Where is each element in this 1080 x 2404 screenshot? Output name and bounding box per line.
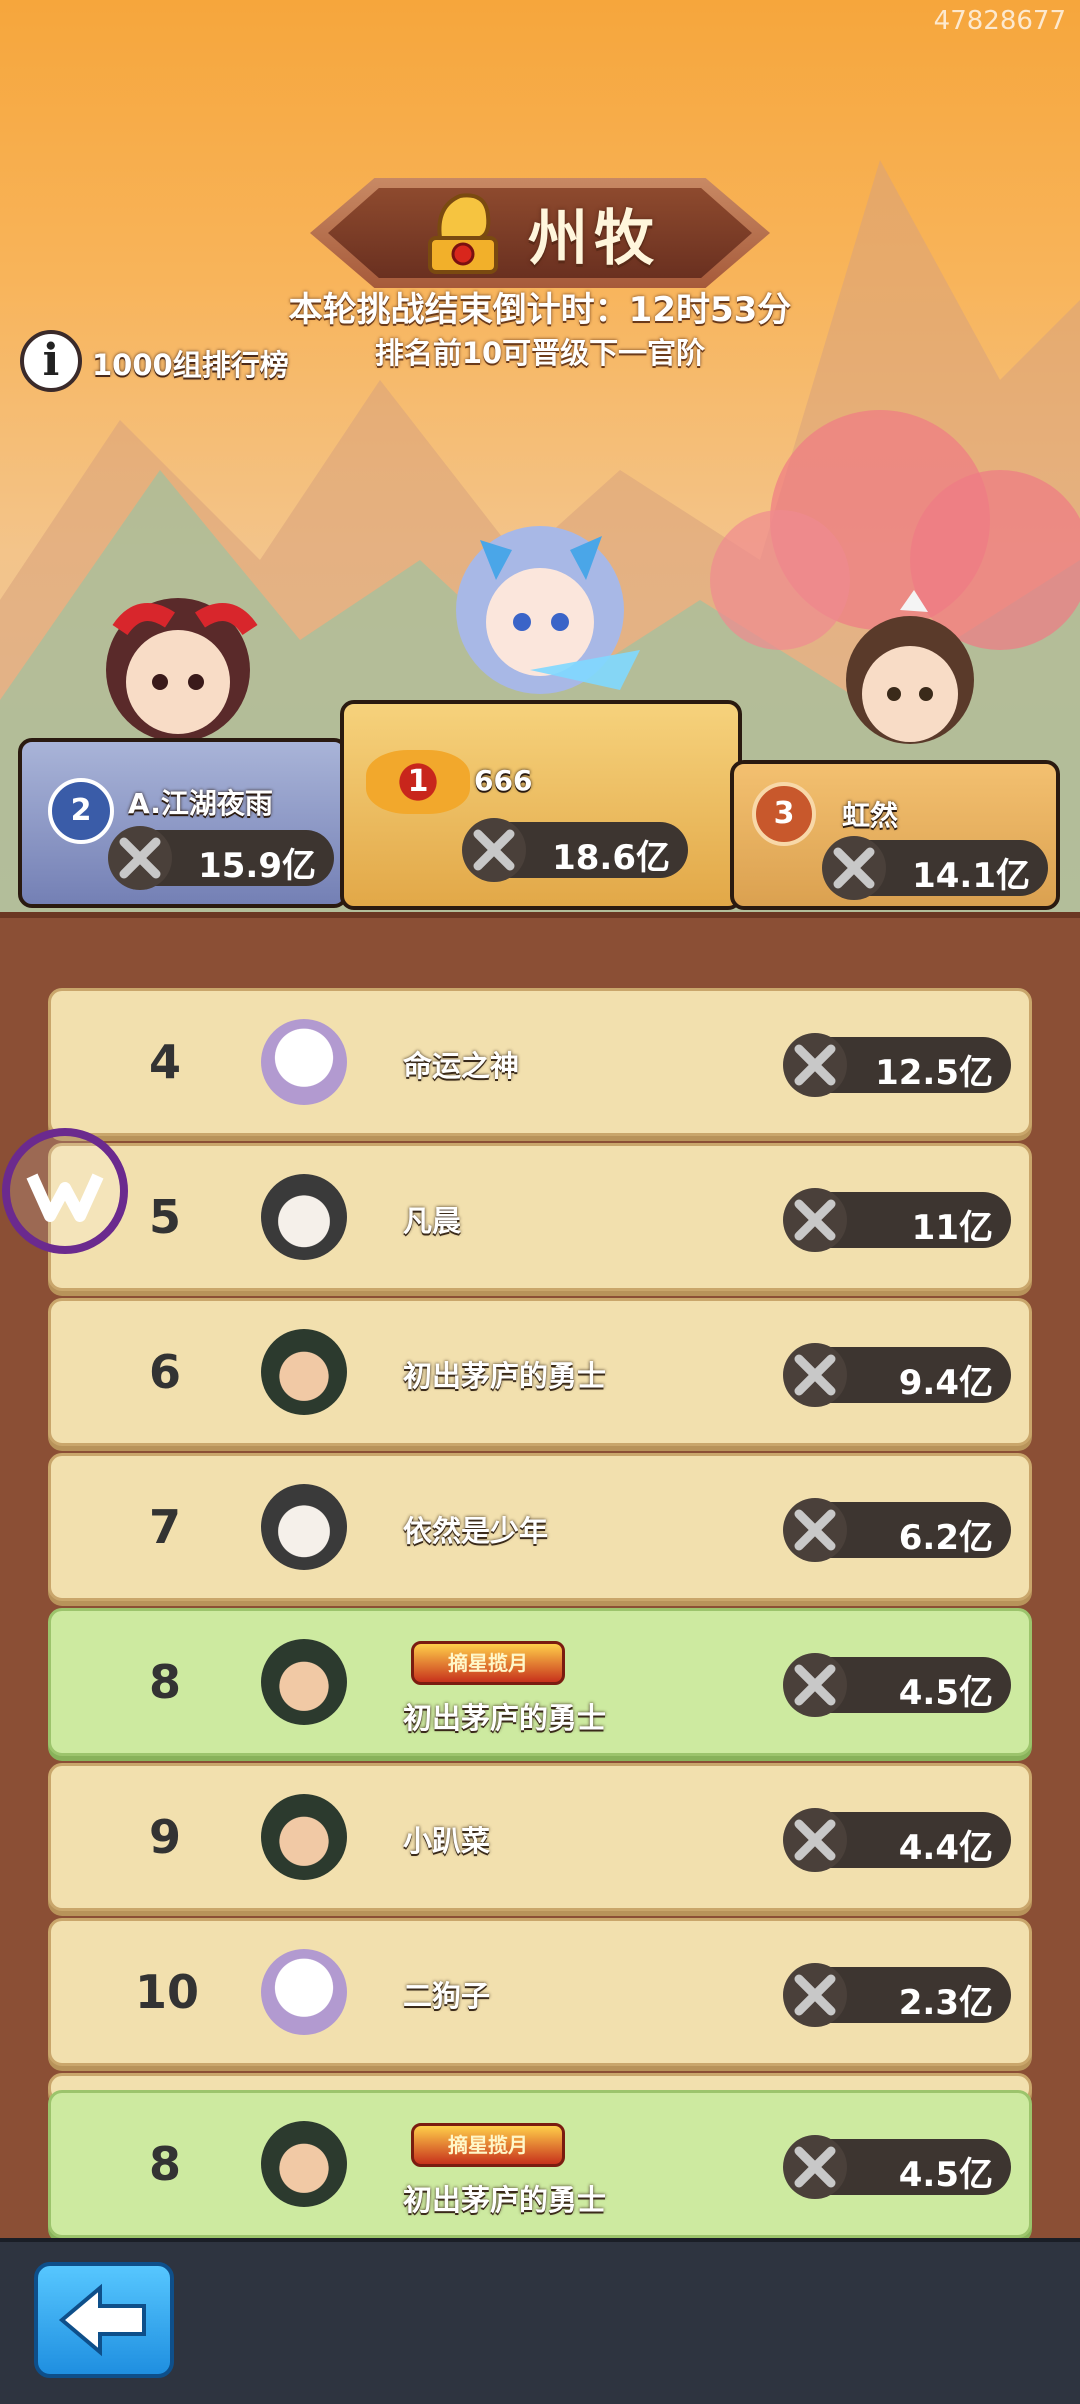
- rank3-medal-icon: 3: [752, 782, 816, 846]
- crossed-swords-icon: [783, 1963, 847, 2027]
- ranking-row[interactable]: 7 依然是少年 6.2亿: [48, 1453, 1032, 1601]
- user-id-label: 47828677: [933, 6, 1066, 36]
- player-avatar[interactable]: [261, 1329, 347, 1415]
- podium-rank-1[interactable]: 1 666 18.6亿: [340, 700, 742, 910]
- crossed-swords-icon: [783, 1033, 847, 1097]
- podium-rank-3[interactable]: 3 虹然 14.1亿: [730, 760, 1060, 910]
- podium-rank-2[interactable]: 2 A.江湖夜雨 15.9亿: [18, 738, 348, 908]
- player-name: 凡晨: [403, 1204, 462, 1238]
- power-value: 12.5亿: [875, 1053, 993, 1093]
- rank2-player-name: A.江湖夜雨: [128, 787, 273, 820]
- rank1-power-value: 18.6亿: [552, 838, 670, 878]
- leaderboard-group-label[interactable]: 1000组排行榜: [92, 342, 289, 384]
- rank-number: 8: [148, 1655, 181, 1709]
- player-avatar[interactable]: [261, 1484, 347, 1570]
- countdown-timer: 本轮挑战结束倒计时：12时53分: [288, 290, 792, 330]
- power-value: 4.4亿: [898, 1828, 993, 1868]
- player-avatar[interactable]: [261, 1794, 347, 1880]
- player-avatar[interactable]: [261, 1174, 347, 1260]
- player-avatar[interactable]: [261, 1639, 347, 1725]
- player-name: 二狗子: [403, 1979, 491, 2013]
- crossed-swords-icon: [783, 1653, 847, 1717]
- rank1-player-name: 666: [474, 764, 533, 797]
- power-value: 11亿: [911, 1208, 993, 1248]
- player-name: 小趴菜: [403, 1824, 491, 1858]
- rank3-power-value: 14.1亿: [912, 856, 1030, 896]
- title-badge: 摘星揽月: [411, 2123, 565, 2167]
- player-name: 命运之神: [403, 1049, 520, 1083]
- rank-number: 10: [135, 1965, 200, 2019]
- rank-title: 州牧: [528, 204, 660, 274]
- player-avatar[interactable]: [261, 2121, 347, 2207]
- rank-number: 6: [148, 1345, 181, 1399]
- leaderboard-panel: 4 命运之神 12.5亿 5 凡晨 11亿 6 初出茅庐的勇士 9.4亿 7 依然是少年 6.2亿 8 摘…: [0, 912, 1080, 2248]
- player-name: 初出茅庐的勇士: [403, 1701, 607, 1735]
- rank-number: 7: [148, 1500, 181, 1554]
- player-name: 依然是少年: [403, 1514, 549, 1548]
- crossed-swords-icon: [783, 2135, 847, 2199]
- power-value: 4.5亿: [898, 1673, 993, 1713]
- rank-number: 5: [148, 1190, 181, 1244]
- back-button[interactable]: [34, 2262, 174, 2378]
- crossed-swords-icon: [783, 1808, 847, 1872]
- crossed-swords-icon: [783, 1498, 847, 1562]
- power-value: 6.2亿: [898, 1518, 993, 1558]
- crossed-swords-icon: [783, 1343, 847, 1407]
- rank-number: 4: [148, 1035, 181, 1089]
- power-value: 9.4亿: [898, 1363, 993, 1403]
- crossed-swords-icon: [822, 836, 886, 900]
- watermark-logo-icon: [2, 1128, 128, 1254]
- rank1-winged-medal-icon: 1: [366, 750, 470, 814]
- ranking-row[interactable]: 4 命运之神 12.5亿: [48, 988, 1032, 1136]
- player-name: 初出茅庐的勇士: [403, 2183, 607, 2217]
- golden-lion-trophy-icon: [428, 193, 498, 274]
- crossed-swords-icon: [462, 818, 526, 882]
- rank2-power-value: 15.9亿: [198, 846, 316, 886]
- left-arrow-icon: [58, 2283, 146, 2357]
- ranking-row[interactable]: 9 小趴菜 4.4亿: [48, 1763, 1032, 1911]
- rank-number: 9: [148, 1810, 181, 1864]
- crossed-swords-icon: [783, 1188, 847, 1252]
- player-name: 初出茅庐的勇士: [403, 1359, 607, 1393]
- my-rank-row[interactable]: 8 摘星揽月初出茅庐的勇士 4.5亿: [48, 2090, 1032, 2238]
- power-value: 2.3亿: [898, 1983, 993, 2023]
- ranking-row[interactable]: 6 初出茅庐的勇士 9.4亿: [48, 1298, 1032, 1446]
- ranking-row[interactable]: 5 凡晨 11亿: [48, 1143, 1032, 1291]
- rank3-player-name: 虹然: [842, 799, 899, 832]
- rank2-medal-icon: 2: [48, 778, 114, 844]
- info-button[interactable]: i: [20, 330, 82, 392]
- my-rank-row[interactable]: 8 摘星揽月初出茅庐的勇士 4.5亿: [48, 1608, 1032, 1756]
- rank-number: 8: [148, 2137, 181, 2191]
- player-avatar[interactable]: [261, 1949, 347, 2035]
- player-avatar[interactable]: [261, 1019, 347, 1105]
- title-badge: 摘星揽月: [411, 1641, 565, 1685]
- crossed-swords-icon: [108, 826, 172, 890]
- ranking-row[interactable]: 10 二狗子 2.3亿: [48, 1918, 1032, 2066]
- power-value: 4.5亿: [898, 2155, 993, 2195]
